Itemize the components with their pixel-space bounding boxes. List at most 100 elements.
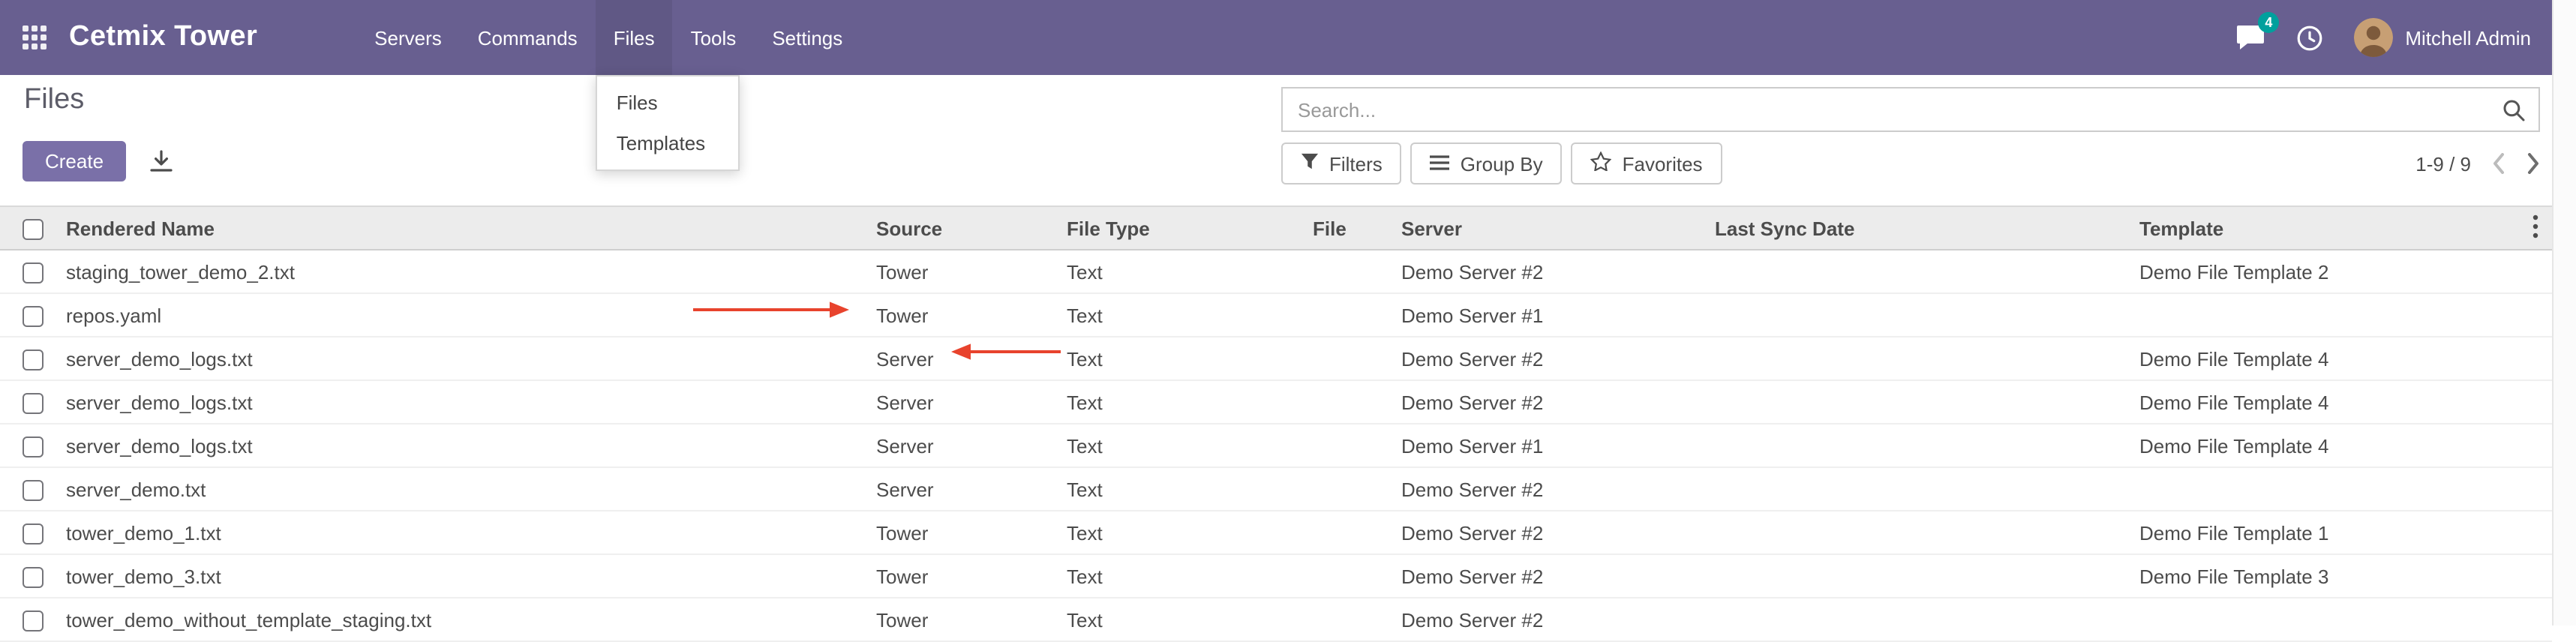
menu-commands[interactable]: Commands (460, 0, 596, 75)
cell-template[interactable]: Demo File Template 4 (2139, 337, 2552, 380)
cell-last-sync[interactable] (1715, 337, 2139, 380)
col-header-server[interactable]: Server (1401, 206, 1715, 250)
select-all-checkbox[interactable] (23, 219, 44, 240)
cell-rendered-name[interactable]: server_demo_logs.txt (66, 424, 876, 467)
cell-file[interactable] (1313, 293, 1401, 337)
cell-template[interactable] (2139, 293, 2552, 337)
row-checkbox[interactable] (23, 306, 44, 327)
cell-server[interactable]: Demo Server #1 (1401, 293, 1715, 337)
col-header-source[interactable]: Source (876, 206, 1067, 250)
cell-file[interactable] (1313, 467, 1401, 511)
cell-last-sync[interactable] (1715, 250, 2139, 293)
cell-rendered-name[interactable]: server_demo.txt (66, 467, 876, 511)
col-header-last-sync-date[interactable]: Last Sync Date (1715, 206, 2139, 250)
cell-template[interactable]: Demo File Template 4 (2139, 380, 2552, 424)
search-icon[interactable] (2502, 98, 2538, 121)
cell-file-type[interactable]: Text (1067, 337, 1313, 380)
cell-file-type[interactable]: Text (1067, 250, 1313, 293)
apps-menu-icon[interactable] (21, 24, 48, 51)
filters-button[interactable]: Filters (1281, 142, 1402, 184)
col-header-file-type[interactable]: File Type (1067, 206, 1313, 250)
cell-source[interactable]: Tower (876, 598, 1067, 641)
cell-file[interactable] (1313, 250, 1401, 293)
vertical-scrollbar[interactable] (2552, 0, 2576, 626)
cell-template[interactable]: Demo File Template 3 (2139, 554, 2552, 598)
table-row[interactable]: tower_demo_1.txt Tower Text Demo Server … (0, 511, 2552, 554)
cell-file-type[interactable]: Text (1067, 424, 1313, 467)
cell-file[interactable] (1313, 598, 1401, 641)
cell-template[interactable] (2139, 598, 2552, 641)
cell-rendered-name[interactable]: tower_demo_without_template_staging.txt (66, 598, 876, 641)
cell-file-type[interactable]: Text (1067, 598, 1313, 641)
row-checkbox[interactable] (23, 350, 44, 370)
row-checkbox[interactable] (23, 524, 44, 544)
cell-file[interactable] (1313, 511, 1401, 554)
app-title[interactable]: Cetmix Tower (69, 21, 257, 54)
table-row[interactable]: server_demo.txt Server Text Demo Server … (0, 467, 2552, 511)
group-by-button[interactable]: Group By (1411, 142, 1563, 184)
col-header-template[interactable]: Template (2139, 206, 2552, 250)
cell-file[interactable] (1313, 337, 1401, 380)
cell-source[interactable]: Tower (876, 554, 1067, 598)
cell-rendered-name[interactable]: tower_demo_1.txt (66, 511, 876, 554)
cell-source[interactable]: Tower (876, 250, 1067, 293)
cell-source[interactable]: Tower (876, 293, 1067, 337)
pager-previous-icon[interactable] (2492, 153, 2505, 174)
cell-server[interactable]: Demo Server #2 (1401, 337, 1715, 380)
menu-servers[interactable]: Servers (356, 0, 460, 75)
cell-file-type[interactable]: Text (1067, 467, 1313, 511)
cell-source[interactable]: Server (876, 380, 1067, 424)
cell-rendered-name[interactable]: server_demo_logs.txt (66, 337, 876, 380)
user-menu[interactable]: Mitchell Admin (2354, 18, 2531, 57)
import-icon[interactable] (149, 148, 174, 174)
cell-template[interactable]: Demo File Template 4 (2139, 424, 2552, 467)
table-row[interactable]: staging_tower_demo_2.txt Tower Text Demo… (0, 250, 2552, 293)
cell-rendered-name[interactable]: staging_tower_demo_2.txt (66, 250, 876, 293)
cell-last-sync[interactable] (1715, 467, 2139, 511)
cell-last-sync[interactable] (1715, 554, 2139, 598)
cell-server[interactable]: Demo Server #1 (1401, 424, 1715, 467)
table-row[interactable]: server_demo_logs.txt Server Text Demo Se… (0, 380, 2552, 424)
search-input[interactable] (1283, 98, 2502, 121)
cell-file-type[interactable]: Text (1067, 293, 1313, 337)
cell-rendered-name[interactable]: tower_demo_3.txt (66, 554, 876, 598)
cell-server[interactable]: Demo Server #2 (1401, 554, 1715, 598)
cell-last-sync[interactable] (1715, 511, 2139, 554)
table-row[interactable]: server_demo_logs.txt Server Text Demo Se… (0, 337, 2552, 380)
cell-rendered-name[interactable]: server_demo_logs.txt (66, 380, 876, 424)
cell-source[interactable]: Server (876, 467, 1067, 511)
table-row[interactable]: repos.yaml Tower Text Demo Server #1 (0, 293, 2552, 337)
cell-last-sync[interactable] (1715, 293, 2139, 337)
cell-template[interactable]: Demo File Template 2 (2139, 250, 2552, 293)
cell-server[interactable]: Demo Server #2 (1401, 598, 1715, 641)
cell-file[interactable] (1313, 554, 1401, 598)
pager-next-icon[interactable] (2526, 153, 2540, 174)
cell-server[interactable]: Demo Server #2 (1401, 511, 1715, 554)
menu-files[interactable]: Files Files Templates (596, 0, 673, 75)
cell-source[interactable]: Server (876, 424, 1067, 467)
row-checkbox[interactable] (23, 262, 44, 284)
cell-last-sync[interactable] (1715, 598, 2139, 641)
row-checkbox[interactable] (23, 436, 44, 458)
cell-file-type[interactable]: Text (1067, 554, 1313, 598)
messages-icon[interactable]: 4 (2235, 24, 2265, 51)
cell-server[interactable]: Demo Server #2 (1401, 250, 1715, 293)
table-row[interactable]: tower_demo_without_template_staging.txt … (0, 598, 2552, 641)
col-header-file[interactable]: File (1313, 206, 1401, 250)
cell-file-type[interactable]: Text (1067, 380, 1313, 424)
row-checkbox[interactable] (23, 610, 44, 632)
dropdown-item-files[interactable]: Files (597, 82, 738, 123)
table-row[interactable]: tower_demo_3.txt Tower Text Demo Server … (0, 554, 2552, 598)
col-header-rendered-name[interactable]: Rendered Name (66, 206, 876, 250)
dropdown-item-templates[interactable]: Templates (597, 123, 738, 164)
create-button[interactable]: Create (23, 141, 126, 182)
menu-settings[interactable]: Settings (754, 0, 860, 75)
cell-last-sync[interactable] (1715, 380, 2139, 424)
optional-columns-icon[interactable] (2532, 214, 2538, 238)
cell-file-type[interactable]: Text (1067, 511, 1313, 554)
row-checkbox[interactable] (23, 393, 44, 414)
activities-clock-icon[interactable] (2295, 23, 2324, 52)
table-row[interactable]: server_demo_logs.txt Server Text Demo Se… (0, 424, 2552, 467)
row-checkbox[interactable] (23, 567, 44, 588)
cell-template[interactable] (2139, 467, 2552, 511)
